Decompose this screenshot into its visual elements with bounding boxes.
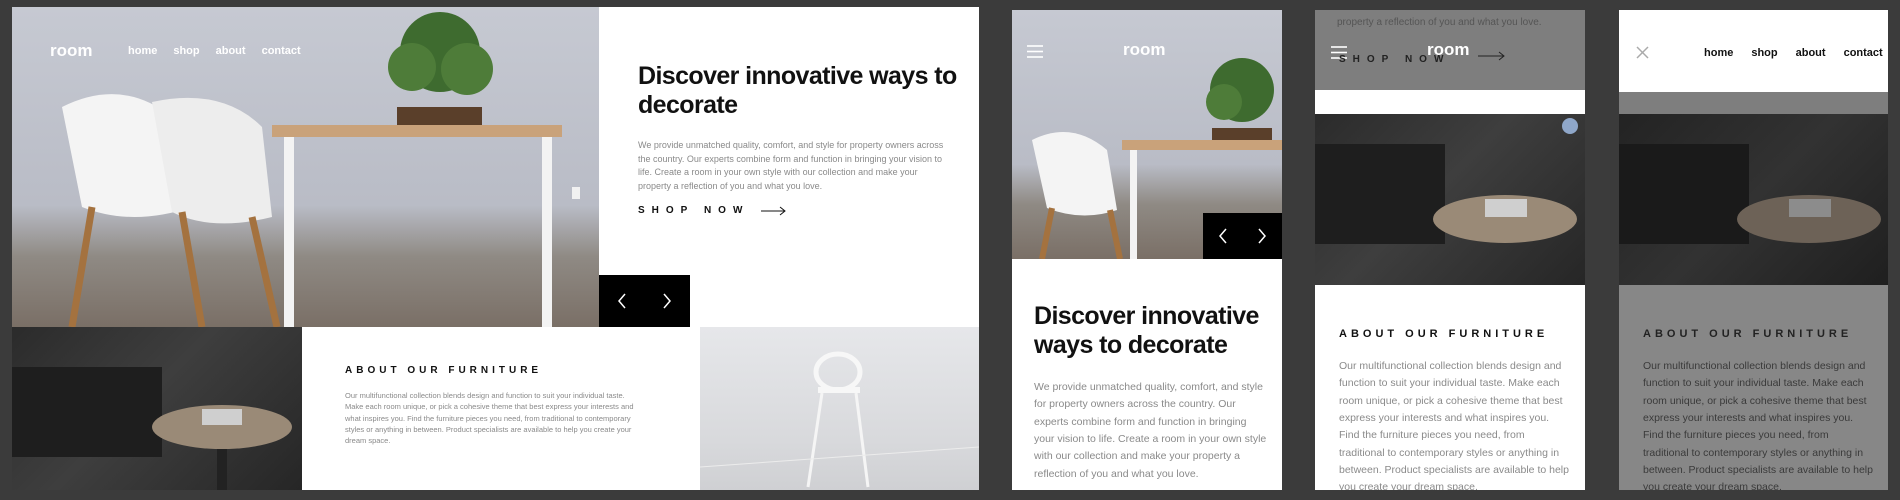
menu-overlay-band	[1619, 92, 1888, 114]
mobile-logo[interactable]: room	[1123, 40, 1166, 60]
scrolled-about-body: Our multifunctional collection blends de…	[1339, 360, 1569, 490]
arrow-left-icon	[1218, 228, 1227, 244]
menu-about-body: Our multifunctional collection blends de…	[1643, 360, 1873, 490]
mobile-prev-button[interactable]	[1203, 213, 1243, 259]
nav-link-about[interactable]: about	[216, 45, 246, 57]
menu-link-shop[interactable]: shop	[1751, 47, 1777, 59]
mobile-menu-nav: home shop about contact	[1704, 47, 1883, 59]
close-icon	[1636, 46, 1649, 59]
hero-body: We provide unmatched quality, comfort, a…	[638, 140, 944, 191]
about-panel: ABOUT OUR FURNITURE Our multifunctional …	[302, 327, 700, 490]
arrow-left-icon	[617, 293, 626, 309]
menu-link-contact[interactable]: contact	[1844, 47, 1883, 59]
mobile-frame-hero: room Discover innovative ways to decorat…	[1012, 10, 1282, 490]
desktop-nav: home shop about contact	[128, 45, 317, 57]
scrolled-logo[interactable]: room	[1427, 40, 1470, 60]
long-arrow-icon	[761, 206, 787, 215]
about-image-dark	[12, 327, 302, 490]
long-arrow-icon	[1478, 51, 1505, 61]
scrolled-dark-image	[1315, 114, 1585, 285]
desktop-logo[interactable]: room	[50, 41, 93, 61]
shop-now-link[interactable]: SHOP NOW	[638, 205, 787, 216]
desktop-frame: room home shop about contact Discover in…	[12, 7, 979, 490]
menu-link-home[interactable]: home	[1704, 47, 1733, 59]
hamburger-button[interactable]	[1027, 45, 1043, 63]
hamburger-icon	[1027, 45, 1043, 58]
arrow-right-icon	[663, 293, 672, 309]
nav-link-contact[interactable]: contact	[262, 45, 301, 57]
mobile-frame-menu-open: home shop about contact ABOUT OUR FURNIT…	[1619, 10, 1888, 490]
scrolled-about-title: ABOUT OUR FURNITURE	[1339, 328, 1549, 340]
menu-header: home shop about contact	[1619, 10, 1888, 92]
mobile-hero-body: We provide unmatched quality, comfort, a…	[1034, 381, 1267, 480]
menu-link-about[interactable]: about	[1796, 47, 1826, 59]
about-body: Our multifunctional collection blends de…	[345, 391, 634, 445]
mobile-slider-controls	[1203, 213, 1282, 259]
about-image-light	[699, 327, 979, 490]
slider-prev-button[interactable]	[599, 275, 645, 327]
slider-controls	[599, 275, 690, 327]
mobile-next-button[interactable]	[1243, 213, 1283, 259]
about-title: ABOUT OUR FURNITURE	[345, 365, 543, 376]
nav-link-shop[interactable]: shop	[173, 45, 199, 57]
mobile-hero-heading: Discover innovative ways to decorate	[1034, 302, 1259, 360]
hero-heading: Discover innovative ways to decorate	[638, 62, 957, 119]
menu-about-title: ABOUT OUR FURNITURE	[1643, 328, 1853, 340]
nav-link-home[interactable]: home	[128, 45, 157, 57]
mobile-frame-scrolled: property a reflection of you and what yo…	[1315, 10, 1585, 490]
arrow-right-icon	[1258, 228, 1267, 244]
scrolled-top-text: property a reflection of you and what yo…	[1337, 17, 1542, 28]
slider-next-button[interactable]	[645, 275, 691, 327]
close-menu-button[interactable]	[1636, 46, 1649, 64]
shop-now-label: SHOP NOW	[638, 205, 750, 216]
menu-dark-image	[1619, 114, 1888, 285]
